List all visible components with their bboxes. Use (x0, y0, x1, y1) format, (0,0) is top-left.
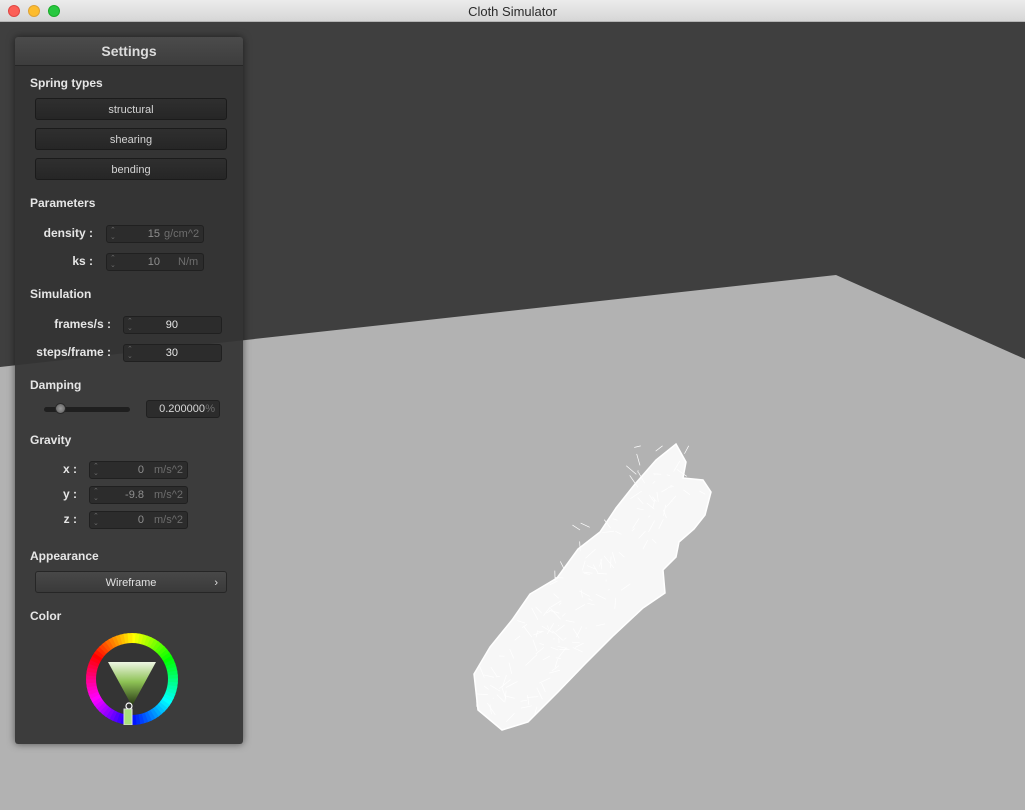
density-unit: g/cm^2 (164, 228, 200, 240)
ks-stepper-icon[interactable]: ⌃ ⌄ (110, 255, 116, 269)
gravity-y-field[interactable]: ⌃ ⌄ -9.8 m/s^2 (89, 486, 188, 504)
gravity-x-unit: m/s^2 (154, 464, 183, 476)
structural-button[interactable]: structural (35, 98, 227, 120)
gravity-x-label: x : (62, 462, 77, 476)
hue-selector-handle[interactable] (123, 708, 133, 725)
steps-stepper-icon[interactable]: ⌃ ⌄ (127, 346, 133, 360)
density-stepper-icon[interactable]: ⌃ ⌄ (110, 227, 116, 241)
simulation-heading: Simulation (30, 287, 92, 301)
frames-per-second-field[interactable]: ⌃ ⌄ 90 (123, 316, 222, 334)
gravity-z-field[interactable]: ⌃ ⌄ 0 m/s^2 (89, 511, 188, 529)
damping-value: 0.200000 (159, 403, 205, 415)
gravity-z-stepper-icon[interactable]: ⌃ ⌄ (93, 513, 99, 527)
steps-per-frame-field[interactable]: ⌃ ⌄ 30 (123, 344, 222, 362)
gravity-y-unit: m/s^2 (154, 489, 183, 501)
density-field[interactable]: ⌃ ⌄ 15 g/cm^2 (106, 225, 204, 243)
gravity-x-field[interactable]: ⌃ ⌄ 0 m/s^2 (89, 461, 188, 479)
ks-field[interactable]: ⌃ ⌄ 10 N/m (106, 253, 204, 271)
ks-value: 10 (147, 256, 160, 268)
spring-types-heading: Spring types (30, 76, 103, 90)
damping-field[interactable]: 0.200000 % (146, 400, 220, 418)
ks-label: ks : (72, 254, 93, 268)
bending-button[interactable]: bending (35, 158, 227, 180)
title-bar: Cloth Simulator (0, 0, 1025, 22)
damping-heading: Damping (30, 378, 82, 392)
appearance-heading: Appearance (30, 549, 99, 563)
gravity-z-unit: m/s^2 (154, 514, 183, 526)
gravity-heading: Gravity (30, 433, 72, 447)
window-title: Cloth Simulator (468, 4, 557, 19)
gravity-y-stepper-icon[interactable]: ⌃ ⌄ (93, 488, 99, 502)
parameters-heading: Parameters (30, 196, 96, 210)
appearance-value: Wireframe (105, 577, 157, 589)
color-wheel[interactable] (86, 633, 178, 725)
gravity-z-value: 0 (137, 514, 144, 526)
gravity-x-stepper-icon[interactable]: ⌃ ⌄ (93, 463, 99, 477)
damping-unit: % (205, 403, 215, 415)
chevron-right-icon: › (214, 577, 218, 589)
frames-per-second-label: frames/s : (54, 317, 111, 331)
gravity-x-value: 0 (137, 464, 144, 476)
fps-stepper-icon[interactable]: ⌃ ⌄ (127, 318, 133, 332)
settings-panel: Settings Spring types structural shearin… (15, 37, 243, 744)
frames-per-second-value: 90 (165, 319, 178, 331)
color-heading: Color (30, 609, 62, 623)
gravity-z-label: z : (63, 512, 77, 526)
density-label: density : (43, 226, 93, 240)
shearing-button[interactable]: shearing (35, 128, 227, 150)
settings-title[interactable]: Settings (15, 37, 243, 66)
gravity-y-label: y : (62, 487, 77, 501)
appearance-dropdown[interactable]: Wireframe › (35, 571, 227, 593)
damping-slider-handle[interactable] (55, 403, 66, 414)
steps-per-frame-label: steps/frame : (36, 345, 111, 359)
gravity-y-value: -9.8 (125, 489, 144, 501)
ks-unit: N/m (178, 256, 199, 268)
steps-per-frame-value: 30 (165, 347, 178, 359)
density-value: 15 (147, 228, 160, 240)
